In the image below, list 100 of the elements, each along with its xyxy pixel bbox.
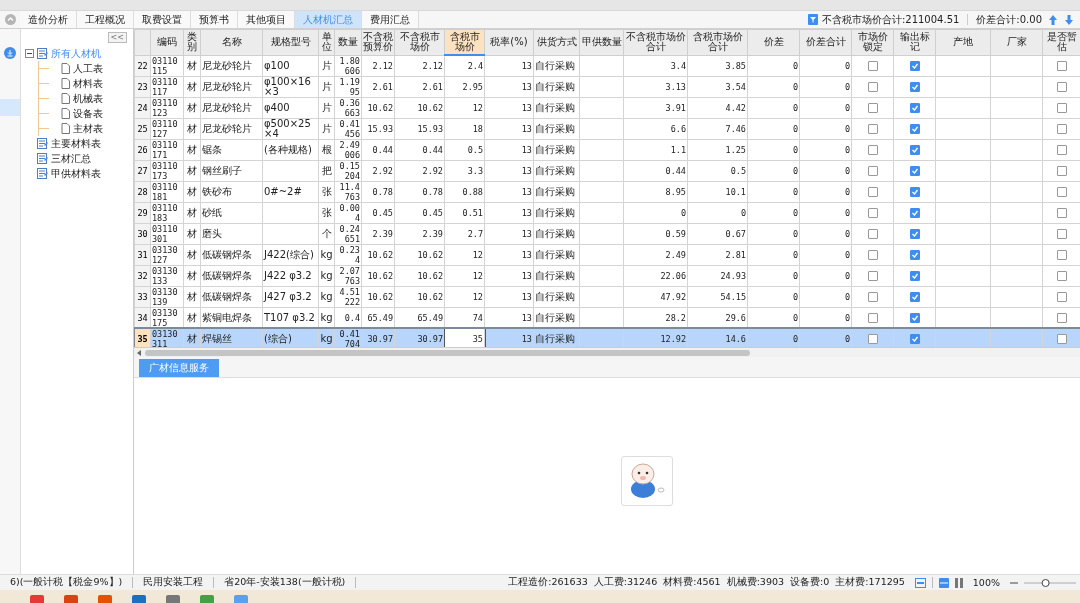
checkbox[interactable] bbox=[867, 166, 878, 176]
checkbox[interactable] bbox=[1057, 166, 1067, 176]
layout-icon[interactable] bbox=[914, 577, 926, 588]
tree-item[interactable]: 人工表 bbox=[73, 61, 103, 76]
checkbox[interactable] bbox=[1057, 145, 1067, 155]
table-cell: 自行采购 bbox=[533, 202, 580, 224]
checkbox[interactable] bbox=[909, 250, 920, 260]
checkbox[interactable] bbox=[1057, 82, 1067, 92]
checkbox[interactable] bbox=[867, 292, 878, 302]
column-header[interactable]: 名称 bbox=[200, 29, 263, 55]
checkbox[interactable] bbox=[1057, 124, 1067, 134]
table-cell: 材 bbox=[183, 160, 201, 182]
tree-item[interactable]: 所有人材机 bbox=[51, 46, 101, 61]
checkbox[interactable] bbox=[909, 82, 920, 92]
checkbox[interactable] bbox=[1057, 60, 1067, 71]
layout-icon[interactable] bbox=[938, 577, 949, 588]
column-header[interactable]: 甲供数量 bbox=[579, 29, 624, 55]
table-cell: 13 bbox=[484, 286, 534, 308]
checkbox[interactable] bbox=[1057, 271, 1067, 281]
checkbox[interactable] bbox=[867, 187, 878, 197]
checkbox[interactable] bbox=[867, 250, 878, 260]
column-header[interactable]: 价差 bbox=[747, 29, 800, 55]
column-header[interactable]: 市场价锁定 bbox=[851, 29, 894, 55]
checkbox[interactable] bbox=[909, 208, 920, 218]
tree-item[interactable]: 设备表 bbox=[73, 106, 103, 121]
checkbox[interactable] bbox=[867, 103, 878, 113]
tree-item[interactable]: 三材汇总 bbox=[51, 151, 91, 166]
table-cell: 0 bbox=[799, 97, 852, 119]
checkbox[interactable] bbox=[867, 229, 878, 239]
scroll-left-icon[interactable] bbox=[137, 349, 141, 356]
column-header[interactable]: 产地 bbox=[935, 29, 991, 55]
tree-item[interactable]: 甲供材料表 bbox=[51, 166, 101, 181]
tree-item[interactable]: 机械表 bbox=[73, 91, 103, 106]
column-header[interactable]: 不含税市场价 bbox=[394, 29, 445, 55]
tree-item[interactable]: 材料表 bbox=[73, 76, 103, 91]
column-header[interactable]: 不含税预算价 bbox=[361, 29, 395, 55]
table-cell: 0.44 bbox=[361, 139, 395, 161]
checkbox[interactable] bbox=[867, 145, 878, 155]
checkbox[interactable] bbox=[867, 208, 878, 218]
checkbox[interactable] bbox=[867, 313, 878, 323]
checkbox[interactable] bbox=[867, 271, 878, 281]
table-cell: 12 bbox=[444, 97, 485, 119]
arrow-down-icon[interactable] bbox=[1064, 13, 1074, 26]
collapse-icon[interactable] bbox=[4, 14, 16, 25]
checkbox[interactable] bbox=[1057, 250, 1067, 260]
checkbox[interactable] bbox=[867, 334, 878, 344]
table-cell: 片 bbox=[318, 97, 335, 119]
column-header[interactable]: 厂家 bbox=[990, 29, 1043, 55]
checkbox[interactable] bbox=[867, 82, 878, 92]
checkbox[interactable] bbox=[909, 60, 920, 71]
collapse-panel-button[interactable]: << bbox=[107, 32, 127, 43]
checkbox[interactable] bbox=[1057, 313, 1067, 323]
checkbox[interactable] bbox=[909, 187, 920, 197]
table-cell: 尼龙砂轮片 bbox=[200, 55, 263, 77]
checkbox[interactable] bbox=[909, 145, 920, 155]
column-header[interactable]: 不含税市场价合计 bbox=[623, 29, 688, 55]
columns-icon[interactable] bbox=[954, 577, 963, 588]
checkbox[interactable] bbox=[1057, 292, 1067, 302]
column-header[interactable]: 规格型号 bbox=[262, 29, 319, 55]
table-cell: 03130139 bbox=[150, 286, 184, 308]
table-cell: 0 bbox=[747, 286, 800, 308]
row-number: 23 bbox=[134, 76, 151, 98]
filter-icon[interactable] bbox=[807, 14, 818, 25]
scrollbar-thumb[interactable] bbox=[145, 349, 750, 356]
checkbox[interactable] bbox=[909, 166, 920, 176]
checkbox[interactable] bbox=[909, 334, 920, 344]
table-cell: 2.12 bbox=[394, 55, 445, 77]
column-header[interactable]: 税率(%) bbox=[484, 29, 534, 55]
checkbox[interactable] bbox=[909, 313, 920, 323]
zoom-slider[interactable] bbox=[1024, 577, 1076, 588]
checkbox[interactable] bbox=[909, 229, 920, 239]
checkbox[interactable] bbox=[1057, 103, 1067, 113]
checkbox[interactable] bbox=[1057, 208, 1067, 218]
arrow-up-icon[interactable] bbox=[1048, 13, 1058, 26]
column-header[interactable]: 含税市场价 bbox=[444, 29, 485, 55]
checkbox[interactable] bbox=[909, 124, 920, 134]
price-diff-total-text: 价差合计:0.00 bbox=[975, 12, 1043, 27]
table-cell: 材 bbox=[183, 76, 201, 98]
checkbox[interactable] bbox=[867, 124, 878, 134]
expand-toggle-icon[interactable] bbox=[25, 49, 34, 58]
checkbox[interactable] bbox=[909, 271, 920, 281]
tree-item[interactable]: 主要材料表 bbox=[51, 136, 101, 151]
column-header[interactable]: 价差合计 bbox=[799, 29, 852, 55]
checkbox[interactable] bbox=[867, 60, 878, 71]
checkbox[interactable] bbox=[909, 103, 920, 113]
column-header[interactable]: 编码 bbox=[150, 29, 184, 55]
download-icon[interactable] bbox=[4, 47, 16, 59]
checkbox[interactable] bbox=[909, 292, 920, 302]
column-header[interactable]: 含税市场价合计 bbox=[687, 29, 748, 55]
checkbox[interactable] bbox=[1057, 229, 1067, 239]
table-cell: 把 bbox=[318, 160, 335, 182]
row-number: 22 bbox=[134, 55, 151, 77]
column-header[interactable]: 输出标记 bbox=[893, 29, 936, 55]
tree-item[interactable]: 主材表 bbox=[73, 121, 103, 136]
column-header[interactable]: 供货方式 bbox=[533, 29, 580, 55]
checkbox[interactable] bbox=[1057, 334, 1067, 344]
column-header[interactable]: 数量 bbox=[334, 29, 362, 55]
column-header[interactable]: 是否暂估 bbox=[1042, 29, 1080, 55]
table-cell: 03110171 bbox=[150, 139, 184, 161]
checkbox[interactable] bbox=[1057, 187, 1067, 197]
